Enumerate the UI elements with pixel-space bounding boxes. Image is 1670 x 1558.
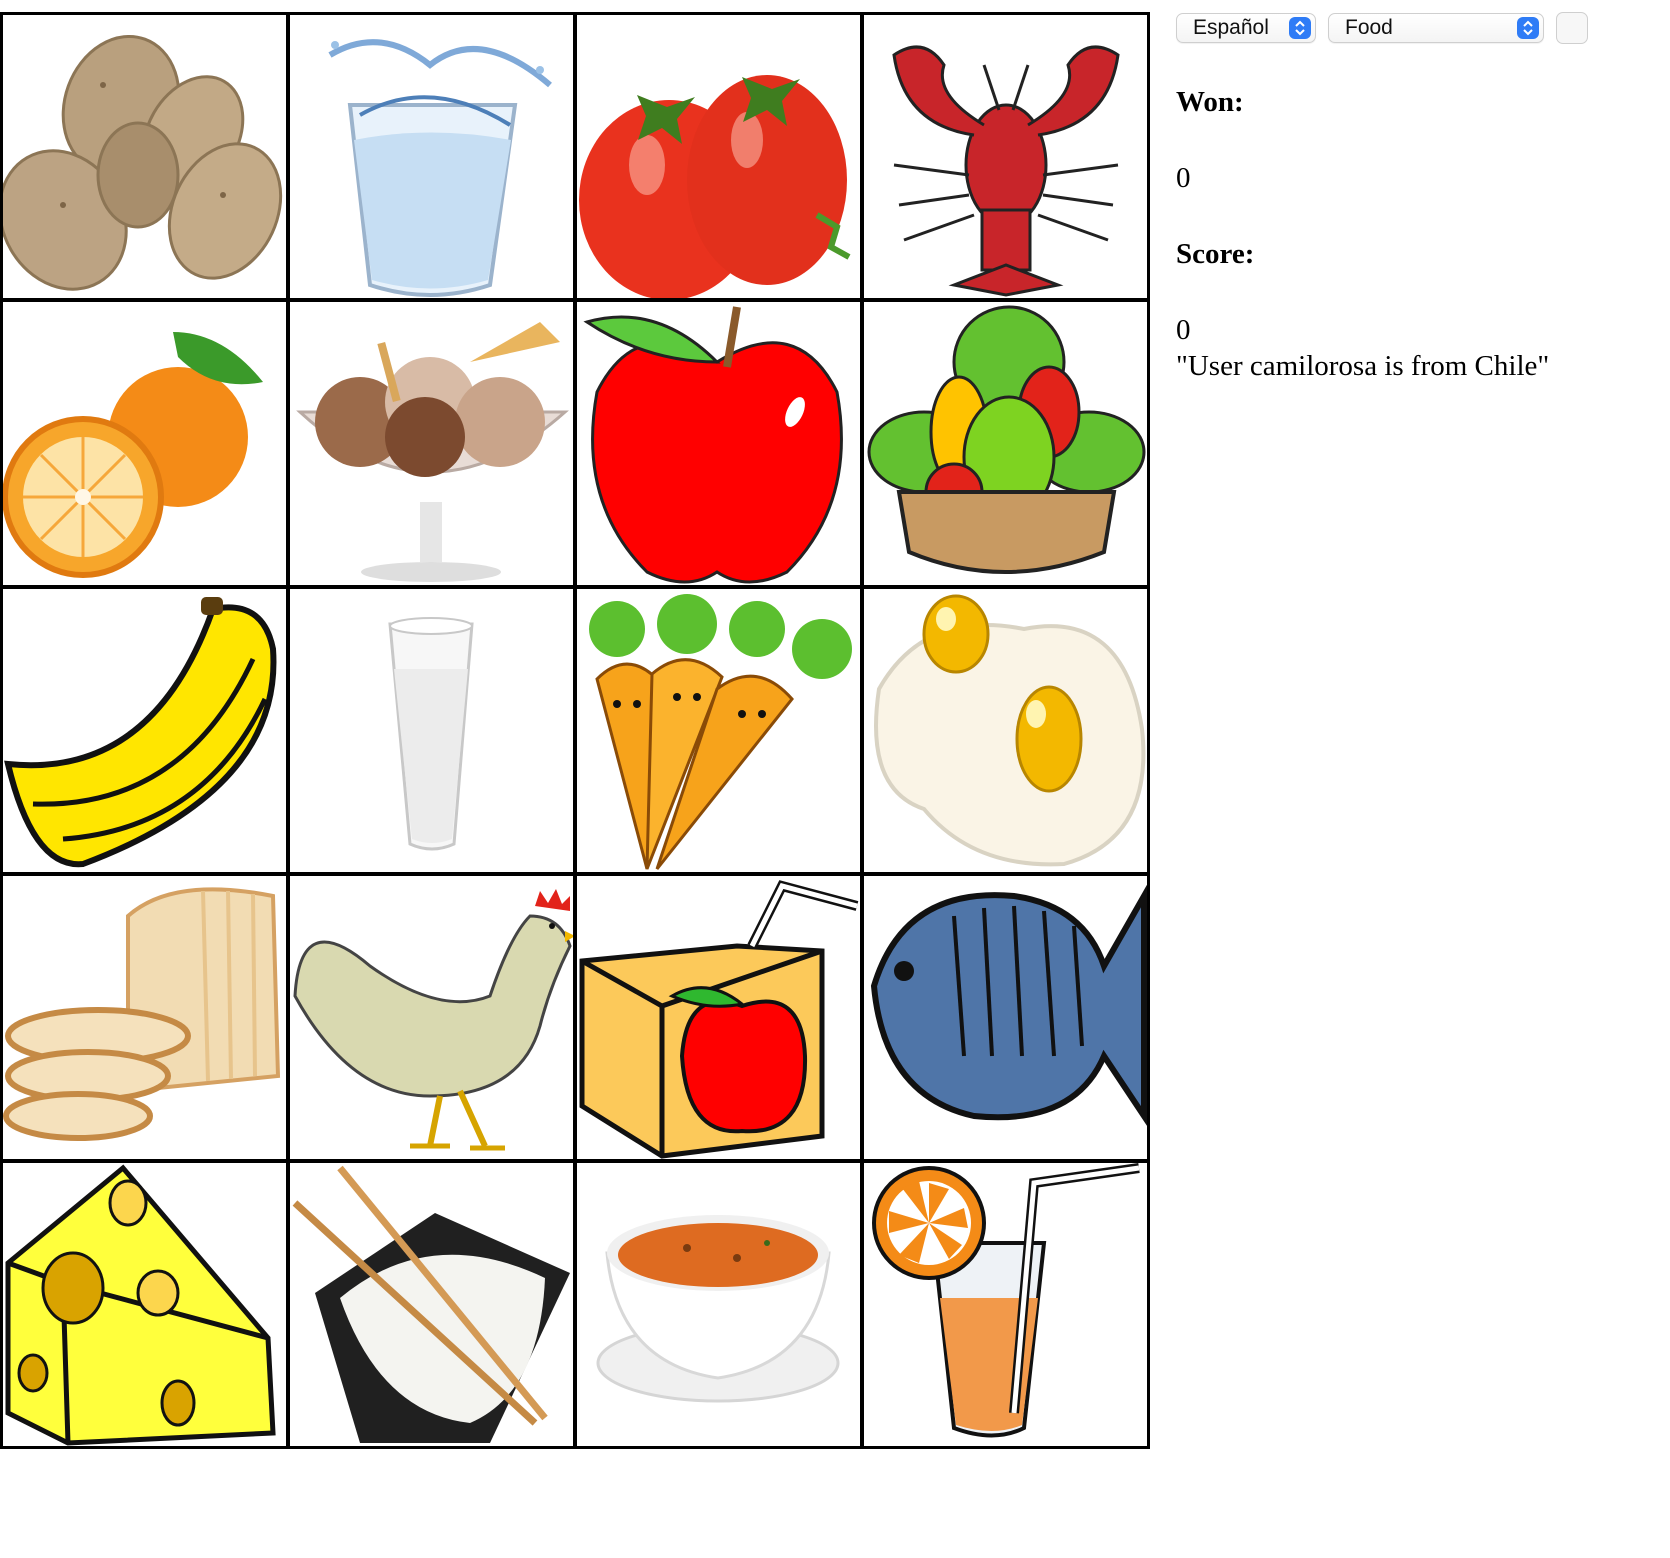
card-chicken[interactable] — [290, 876, 573, 1159]
chicken-icon — [293, 889, 573, 1151]
banana-icon — [4, 597, 277, 868]
orange-juice-icon — [872, 1163, 1140, 1438]
chevron-updown-icon — [1517, 17, 1539, 39]
card-apple[interactable] — [577, 302, 860, 585]
card-ice-cream[interactable] — [290, 302, 573, 585]
card-cheese[interactable] — [3, 1163, 286, 1446]
bread-icon — [3, 887, 281, 1141]
card-soup[interactable] — [577, 1163, 860, 1446]
score-value: 0 — [1176, 314, 1191, 346]
category-select[interactable]: Food — [1328, 13, 1544, 43]
card-juice-box[interactable] — [577, 876, 860, 1159]
juice-box-icon — [579, 880, 859, 1159]
potatoes-icon — [3, 34, 283, 291]
language-select-value: Español — [1193, 16, 1269, 39]
card-carrots[interactable] — [577, 589, 860, 872]
card-water[interactable] — [290, 15, 573, 298]
ice-cream-icon — [296, 322, 569, 582]
fried-eggs-icon — [874, 594, 1146, 867]
apple-icon — [583, 306, 843, 584]
card-orange[interactable] — [3, 302, 286, 585]
salad-icon — [867, 305, 1146, 574]
milk-glass-icon — [388, 617, 474, 851]
card-potatoes[interactable] — [3, 15, 286, 298]
card-milk[interactable] — [290, 589, 573, 872]
extra-control[interactable] — [1556, 12, 1588, 44]
card-tomatoes[interactable] — [577, 15, 860, 298]
card-orange-juice[interactable] — [864, 1163, 1147, 1446]
card-grid — [0, 12, 1150, 1449]
controls-bar: Español Food — [1176, 12, 1670, 44]
won-label: Won: — [1176, 86, 1244, 118]
soup-bowl-icon — [596, 1215, 840, 1403]
card-banana[interactable] — [3, 589, 286, 872]
chevron-updown-icon — [1289, 17, 1311, 39]
orange-icon — [3, 332, 263, 578]
category-select-value: Food — [1345, 16, 1393, 39]
rice-bowl-icon — [292, 1165, 570, 1443]
score-label: Score: — [1176, 238, 1255, 270]
side-panel: Español Food Won: 0 Score: 0 "User camil… — [1176, 12, 1670, 382]
card-fish[interactable] — [864, 876, 1147, 1159]
tomatoes-icon — [579, 75, 851, 298]
card-lobster[interactable] — [864, 15, 1147, 298]
language-select[interactable]: Español — [1176, 13, 1316, 43]
card-salad[interactable] — [864, 302, 1147, 585]
cheese-icon — [5, 1164, 276, 1446]
carrots-icon — [589, 594, 852, 870]
card-eggs[interactable] — [864, 589, 1147, 872]
won-value: 0 — [1176, 162, 1191, 194]
water-glass-icon — [328, 39, 552, 297]
card-rice[interactable] — [290, 1163, 573, 1446]
user-message: "User camilorosa is from Chile" — [1176, 350, 1550, 382]
lobster-icon — [892, 45, 1120, 297]
fish-icon — [870, 884, 1147, 1126]
card-bread[interactable] — [3, 876, 286, 1159]
